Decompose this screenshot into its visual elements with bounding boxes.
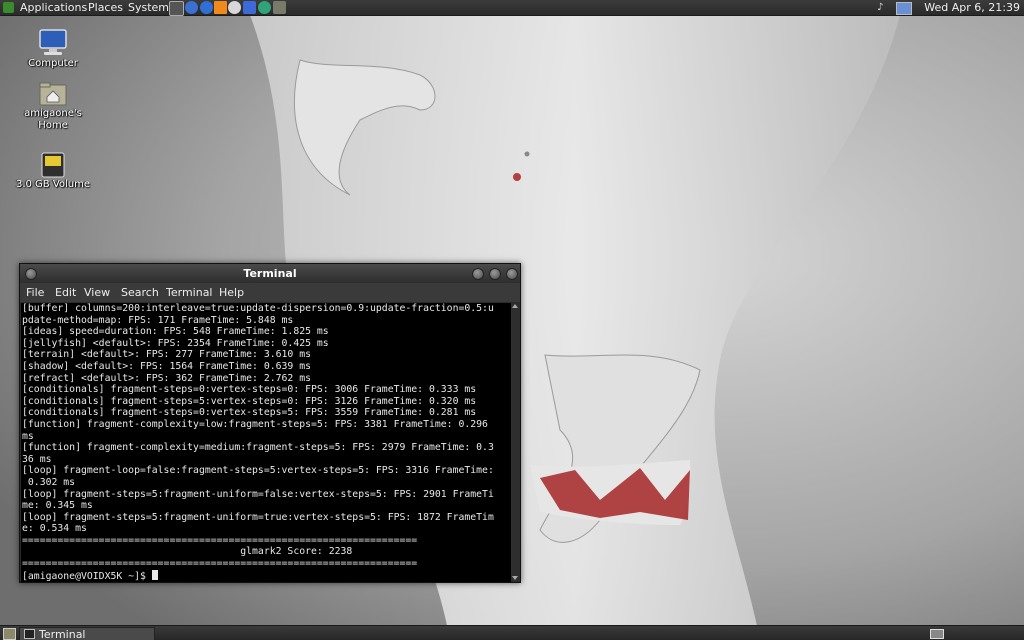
terminal-line: [buffer] columns=200:interleave=true:upd… (22, 303, 494, 314)
web-browser-icon[interactable] (200, 1, 213, 14)
terminal-titlebar[interactable]: Terminal (20, 264, 520, 283)
clock[interactable]: Wed Apr 6, 21:39 (924, 0, 1020, 15)
terminal-line: [loop] fragment-steps=5:fragment-uniform… (22, 511, 494, 523)
taskbar-item-label: Terminal (39, 628, 86, 640)
network-status-icon[interactable] (896, 2, 912, 15)
terminal-line: [loop] fragment-steps=5:fragment-uniform… (22, 488, 494, 500)
desktop-icon-home[interactable]: amigaone's Home (13, 80, 93, 132)
terminal-line: [jellyfish] <default>: FPS: 2354 FrameTi… (22, 337, 329, 349)
volume-icon[interactable]: ♪ (877, 2, 888, 13)
terminal-line: 36 ms (22, 453, 52, 465)
terminal-icon (24, 629, 35, 639)
terminal-line: [function] fragment-complexity=medium:fr… (22, 442, 494, 454)
computer-icon (39, 29, 67, 55)
text-cursor (151, 569, 158, 580)
show-desktop-icon[interactable] (3, 628, 16, 640)
workspace-switcher[interactable] (930, 629, 944, 639)
disc-burner-icon[interactable] (228, 1, 241, 14)
menu-help[interactable]: Help (219, 283, 244, 302)
desktop-icon-label: Computer (28, 58, 78, 69)
terminal-line: [refract] <default>: FPS: 362 FrameTime:… (22, 372, 312, 384)
terminal-output[interactable]: [buffer] columns=200:interleave=true:upd… (21, 303, 511, 582)
terminal-menubar: File Edit View Search Terminal Help (20, 283, 520, 302)
minimize-button[interactable] (472, 268, 484, 280)
terminal-launcher-icon[interactable] (169, 1, 184, 16)
desktop-icon-label: amigaone's Home (24, 108, 82, 131)
taskbar-item-terminal[interactable]: Terminal (19, 627, 155, 640)
terminal-line: me: 0.345 ms (22, 500, 93, 512)
terminal-scrollbar[interactable] (511, 303, 520, 582)
terminal-line: [shadow] <default>: FPS: 1564 FrameTime:… (22, 360, 312, 372)
image-viewer-icon[interactable] (273, 1, 286, 14)
terminal-line: 0.302 ms (22, 476, 76, 488)
top-panel: Applications Places System ♪ Wed Apr 6, … (0, 0, 1024, 16)
maximize-button[interactable] (489, 268, 501, 280)
menu-view[interactable]: View (84, 283, 110, 302)
vlc-player-icon[interactable] (214, 1, 227, 14)
terminal-line: ========================================… (22, 534, 418, 546)
system-menu[interactable]: System (126, 0, 171, 15)
terminal-window[interactable]: Terminal File Edit View Search Terminal … (19, 263, 521, 583)
terminal-line: [terrain] <default>: FPS: 277 FrameTime:… (22, 349, 312, 361)
window-menu-icon[interactable] (25, 268, 37, 280)
terminal-line: [loop] fragment-loop=false:fragment-step… (22, 465, 494, 477)
places-menu[interactable]: Places (86, 0, 125, 15)
applications-menu[interactable]: Applications (18, 0, 89, 15)
terminal-line: [conditionals] fragment-steps=5:vertex-s… (22, 395, 477, 407)
main-menu-icon[interactable] (3, 2, 14, 13)
desktop-icon-computer[interactable]: Computer (13, 28, 93, 70)
menu-edit[interactable]: Edit (55, 283, 76, 302)
terminal-line: [function] fragment-complexity=low:fragm… (22, 418, 488, 430)
window-title: Terminal (243, 267, 297, 280)
menu-file[interactable]: File (26, 283, 44, 302)
terminal-line: [ideas] speed=duration: FPS: 548 FrameTi… (22, 326, 329, 338)
home-folder-icon (39, 82, 67, 106)
drive-volume-icon (41, 152, 65, 178)
terminal-line: pdate-method=map: FPS: 171 FrameTime: 5.… (22, 314, 294, 326)
terminal-line: ms (22, 430, 34, 442)
globe-app-icon[interactable] (258, 1, 271, 14)
bottom-panel: Terminal (0, 625, 1024, 640)
chat-client-icon[interactable] (243, 1, 256, 14)
network-browser-icon[interactable] (185, 1, 198, 14)
desktop-icon-label: 3.0 GB Volume (15, 179, 91, 190)
shell-prompt: [amigaone@VOIDX5K ~]$ (22, 570, 152, 582)
terminal-line: [conditionals] fragment-steps=0:vertex-s… (22, 384, 477, 396)
terminal-line: ========================================… (22, 558, 418, 570)
terminal-line: glmark2 Score: 2238 (22, 546, 353, 558)
desktop-icon-volume[interactable]: 3.0 GB Volume (13, 151, 93, 191)
scroll-up-arrow-icon[interactable] (512, 304, 518, 308)
menu-search[interactable]: Search (121, 283, 159, 302)
menu-terminal[interactable]: Terminal (166, 283, 213, 302)
terminal-line: e: 0.534 ms (22, 523, 87, 535)
terminal-prompt-line[interactable]: [amigaone@VOIDX5K ~]$ (22, 569, 511, 582)
close-button[interactable] (506, 268, 518, 280)
scroll-down-arrow-icon[interactable] (512, 576, 518, 580)
terminal-line: [conditionals] fragment-steps=0:vertex-s… (22, 407, 477, 419)
